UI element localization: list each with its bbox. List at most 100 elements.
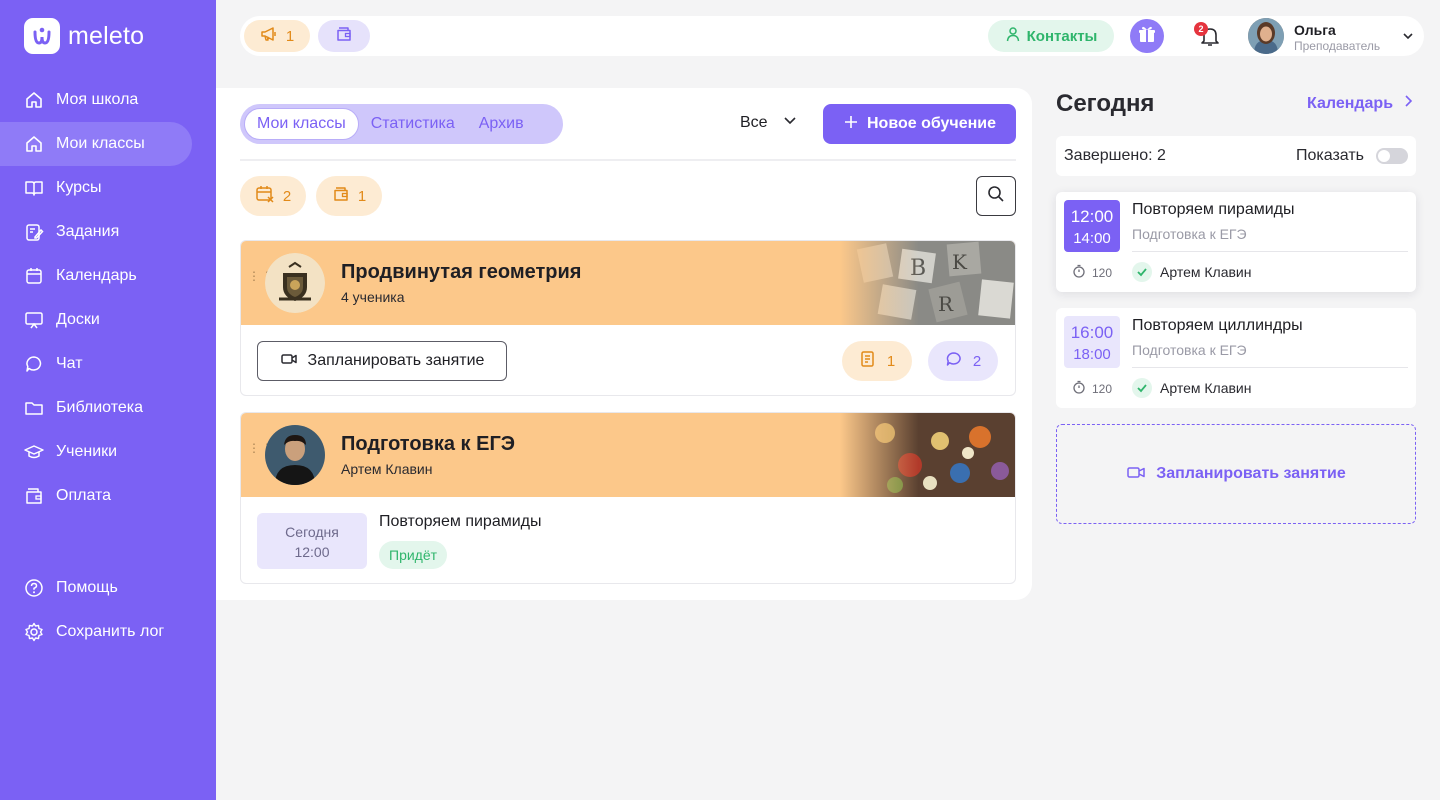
today-title: Сегодня (1056, 90, 1155, 117)
graduation-cap-icon (24, 442, 44, 462)
sidebar-item-label: Доски (56, 311, 100, 328)
lesson-title: Повторяем циллиндры (1132, 317, 1303, 334)
sidebar-nav: Моя школа Мои классы Курсы Задания Кален… (0, 78, 216, 518)
sidebar-item-label: Курсы (56, 179, 102, 196)
class-cover-image: BKR (840, 241, 1015, 325)
tasks-chip[interactable]: 1 (842, 341, 912, 381)
sidebar: meleto Моя школа Мои классы Курсы Задани… (0, 0, 216, 800)
notifications-badge: 2 (1194, 22, 1208, 36)
chat-icon (945, 350, 963, 372)
completed-count: Завершено: 2 (1064, 147, 1166, 164)
new-training-label: Новое обучение (867, 115, 996, 132)
sidebar-item-tasks[interactable]: Задания (0, 210, 192, 254)
sidebar-item-label: Календарь (56, 267, 137, 284)
drag-handle-icon[interactable]: ⋮⋮ (248, 270, 273, 291)
calendar-filter-chip[interactable]: 2 (240, 176, 306, 216)
class-title: Продвинутая геометрия (341, 261, 582, 283)
lesson-time-box: 16:00 18:00 (1064, 316, 1120, 368)
show-label: Показать (1296, 147, 1365, 164)
logo-text: meleto (68, 21, 145, 50)
notifications-button[interactable]: 2 (1194, 22, 1222, 48)
megaphone-icon (260, 25, 278, 47)
sidebar-item-label: Ученики (56, 443, 118, 460)
completed-bar: Завершено: 2 Показать (1056, 136, 1416, 176)
calendar-link[interactable]: Календарь (1307, 94, 1415, 113)
class-card[interactable]: ⋮⋮ Продвинутая геометрия 4 ученика BKR З… (240, 240, 1016, 396)
class-card-header: ⋮⋮ Продвинутая геометрия 4 ученика BKR (241, 241, 1015, 325)
sidebar-item-my-classes[interactable]: Мои классы (0, 122, 192, 166)
sidebar-item-library[interactable]: Библиотека (0, 386, 192, 430)
schedule-lesson-dropzone[interactable]: Запланировать занятие (1056, 424, 1416, 524)
divider (240, 159, 1016, 161)
task-list-icon (859, 350, 877, 372)
contacts-label: Контакты (1026, 27, 1098, 45)
tabs: Мои классы Статистика Архив (240, 104, 563, 144)
wallet-icon (332, 185, 350, 207)
drag-handle-icon[interactable]: ⋮⋮ (248, 442, 273, 463)
class-card-header: ⋮⋮ Подготовка к ЕГЭ Артем Клавин (241, 413, 1015, 497)
lesson-student: Артем Клавин (1132, 378, 1251, 398)
avatar[interactable] (1248, 18, 1284, 54)
check-icon (1132, 262, 1152, 282)
sidebar-item-students[interactable]: Ученики (0, 430, 192, 474)
search-button[interactable] (976, 176, 1016, 216)
student-photo (265, 425, 325, 485)
schedule-lesson-label: Запланировать занятие (307, 352, 485, 369)
chat-icon (24, 354, 44, 374)
chevron-down-icon[interactable] (1400, 28, 1416, 44)
sidebar-item-save-log[interactable]: Сохранить лог (0, 610, 192, 654)
wallet-button[interactable] (318, 20, 370, 52)
new-training-button[interactable]: Новое обучение (823, 104, 1016, 144)
book-icon (24, 178, 44, 198)
tab-my-classes[interactable]: Мои классы (244, 108, 359, 140)
search-icon (986, 184, 1006, 209)
logo[interactable]: meleto (24, 18, 144, 54)
topbar: 1 Контакты 2 Ольга Преподаватель (240, 16, 1424, 56)
sidebar-item-calendar[interactable]: Календарь (0, 254, 192, 298)
stopwatch-icon (1072, 264, 1086, 281)
sidebar-item-label: Задания (56, 223, 120, 240)
contacts-button[interactable]: Контакты (988, 20, 1114, 52)
sidebar-item-boards[interactable]: Доски (0, 298, 192, 342)
sidebar-item-help[interactable]: Помощь (0, 566, 192, 610)
show-completed-toggle[interactable] (1376, 148, 1408, 164)
sidebar-bottom: Помощь Сохранить лог (0, 566, 216, 654)
tasks-count: 1 (886, 352, 896, 370)
messages-chip[interactable]: 2 (928, 341, 998, 381)
filter-value: Все (740, 113, 768, 131)
classes-panel: Мои классы Статистика Архив Все Новое об… (216, 88, 1032, 600)
sidebar-item-chat[interactable]: Чат (0, 342, 192, 386)
announcements-button[interactable]: 1 (244, 20, 310, 52)
check-icon (1132, 378, 1152, 398)
sidebar-item-label: Чат (56, 355, 83, 372)
tab-statistics[interactable]: Статистика (359, 108, 467, 140)
lesson-date[interactable]: Сегодня 12:00 (257, 513, 367, 569)
filter-dropdown[interactable]: Все (740, 112, 798, 133)
class-title: Подготовка к ЕГЭ (341, 433, 516, 455)
gear-icon (24, 622, 44, 642)
lesson-card[interactable]: 12:00 14:00 Повторяем пирамиды Подготовк… (1056, 192, 1416, 292)
lesson-title[interactable]: Повторяем пирамиды (379, 513, 542, 531)
lesson-card[interactable]: 16:00 18:00 Повторяем циллиндры Подготов… (1056, 308, 1416, 408)
class-subtitle: 4 ученика (341, 289, 405, 305)
class-card[interactable]: ⋮⋮ Подготовка к ЕГЭ Артем Клавин Сегодня… (240, 412, 1016, 584)
video-icon (1126, 462, 1146, 487)
lesson-student: Артем Клавин (1132, 262, 1251, 282)
class-cover-image (840, 413, 1015, 497)
bell-icon (1198, 28, 1222, 52)
wallet-filter-chip[interactable]: 1 (316, 176, 382, 216)
lesson-end: 18:00 (1073, 346, 1111, 363)
schedule-lesson-button[interactable]: Запланировать занятие (257, 341, 507, 381)
sidebar-item-label: Сохранить лог (56, 623, 165, 640)
gift-button[interactable] (1130, 19, 1164, 53)
plus-icon (843, 114, 859, 135)
sidebar-item-courses[interactable]: Курсы (0, 166, 192, 210)
lesson-duration-value: 120 (1092, 381, 1113, 396)
tab-archive[interactable]: Архив (467, 108, 536, 140)
schedule-lesson-label: Запланировать занятие (1156, 465, 1346, 482)
lesson-start: 16:00 (1070, 323, 1114, 342)
edit-icon (24, 222, 44, 242)
sidebar-item-payment[interactable]: Оплата (0, 474, 192, 518)
calendar-link-label: Календарь (1307, 94, 1394, 112)
sidebar-item-my-school[interactable]: Моя школа (0, 78, 192, 122)
